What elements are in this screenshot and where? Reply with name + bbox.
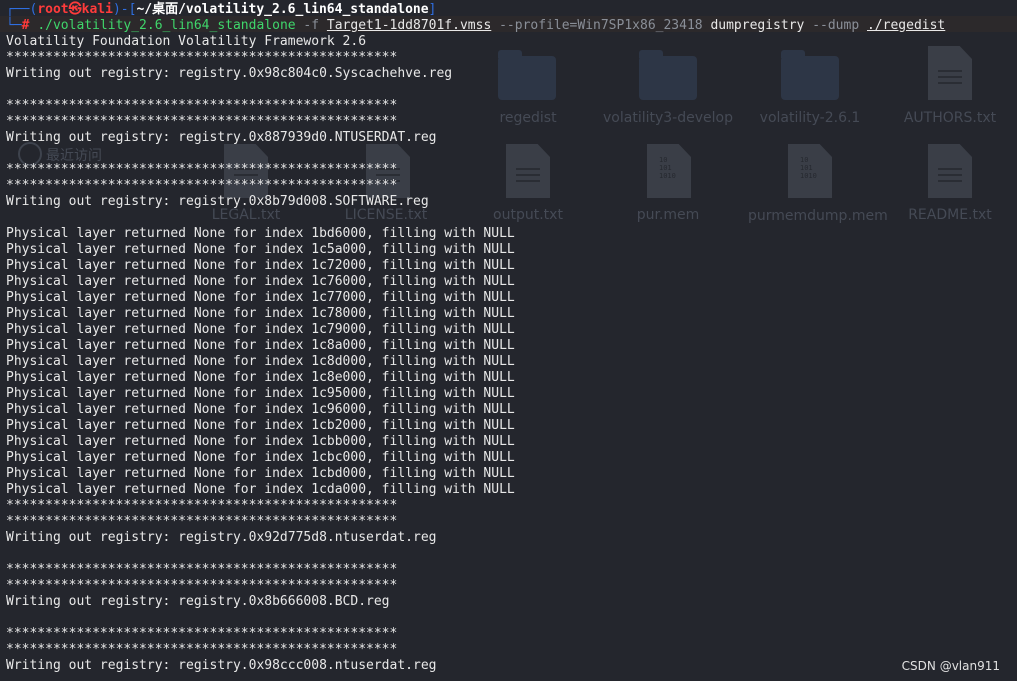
- output-line: ****************************************…: [6, 626, 398, 641]
- output-line: Writing out registry: registry.0x8b66600…: [6, 594, 390, 609]
- prompt-path: ~/桌面/volatility_2.6_lin64_standalone: [136, 2, 429, 17]
- output-line: ****************************************…: [6, 562, 398, 577]
- output-line: ****************************************…: [6, 98, 398, 113]
- output-line: Writing out registry: registry.0x887939d…: [6, 130, 437, 145]
- output-line: ****************************************…: [6, 50, 398, 65]
- command-plugin: dumpregistry: [710, 18, 805, 33]
- command-profile-arg: --profile=Win7SP1x86_23418: [499, 18, 703, 33]
- output-line: Physical layer returned None for index 1…: [6, 354, 515, 369]
- output-line: Physical layer returned None for index 1…: [6, 450, 515, 465]
- prompt-frame: ┌──(: [6, 2, 38, 17]
- prompt-frame: ]: [428, 2, 437, 17]
- output-line: ****************************************…: [6, 578, 398, 593]
- prompt-host: kali: [81, 2, 113, 17]
- output-line: Physical layer returned None for index 1…: [6, 274, 515, 289]
- output-line: Physical layer returned None for index 1…: [6, 482, 515, 497]
- output-line: Physical layer returned None for index 1…: [6, 242, 515, 257]
- output-line: ****************************************…: [6, 114, 398, 129]
- command-executable: ./volatility_2.6_lin64_standalone: [37, 18, 296, 33]
- output-line: Physical layer returned None for index 1…: [6, 386, 515, 401]
- command-image-file: Target1-1dd8701f.vmss: [326, 18, 492, 33]
- command-flag: --dump: [812, 18, 860, 33]
- output-line: Physical layer returned None for index 1…: [6, 418, 515, 433]
- output-line: ****************************************…: [6, 642, 398, 657]
- prompt-user: root: [37, 2, 69, 17]
- output-line: ****************************************…: [6, 514, 398, 529]
- csdn-watermark: CSDN @vlan911: [901, 659, 1000, 673]
- prompt-frame: └─: [6, 18, 22, 33]
- output-line: Writing out registry: registry.0x98c804c…: [6, 66, 453, 81]
- command-dump-dir: ./regedist: [866, 18, 946, 33]
- output-line: Physical layer returned None for index 1…: [6, 322, 515, 337]
- prompt-frame: )-[: [112, 2, 137, 17]
- prompt-at-symbol: ㉿: [68, 2, 82, 17]
- output-line: Physical layer returned None for index 1…: [6, 370, 515, 385]
- output-line: Volatility Foundation Volatility Framewo…: [6, 34, 367, 49]
- output-line: Physical layer returned None for index 1…: [6, 258, 515, 273]
- output-line: Physical layer returned None for index 1…: [6, 466, 515, 481]
- output-line: ****************************************…: [6, 162, 398, 177]
- prompt-line: ┌──(root㉿kali)-[~/桌面/volatility_2.6_lin6…: [6, 2, 436, 18]
- command-flag: -f: [303, 18, 320, 33]
- output-line: Physical layer returned None for index 1…: [6, 226, 515, 241]
- output-line: ****************************************…: [6, 178, 398, 193]
- command-line[interactable]: └─# ./volatility_2.6_lin64_standalone -f…: [6, 18, 945, 34]
- output-line: Writing out registry: registry.0x98ccc00…: [6, 658, 437, 673]
- output-line: Writing out registry: registry.0x8b79d00…: [6, 194, 429, 209]
- output-line: Physical layer returned None for index 1…: [6, 290, 515, 305]
- output-line: Physical layer returned None for index 1…: [6, 434, 515, 449]
- output-line: ****************************************…: [6, 498, 398, 513]
- prompt-hash: #: [21, 18, 38, 33]
- output-line: Physical layer returned None for index 1…: [6, 338, 515, 353]
- terminal-window[interactable]: ┌──(root㉿kali)-[~/桌面/volatility_2.6_lin6…: [0, 0, 1017, 681]
- output-line: Physical layer returned None for index 1…: [6, 306, 515, 321]
- output-line: Writing out registry: registry.0x92d775d…: [6, 530, 437, 545]
- output-line: Physical layer returned None for index 1…: [6, 402, 515, 417]
